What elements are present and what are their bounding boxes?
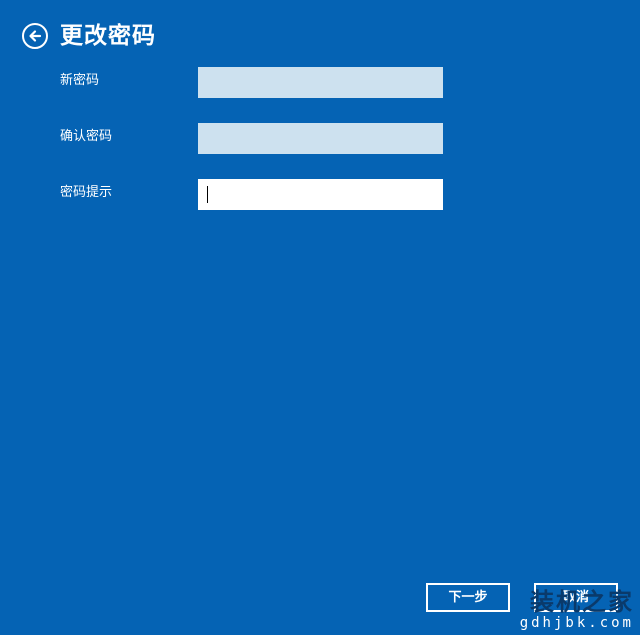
confirm-password-input[interactable] — [198, 123, 443, 154]
password-hint-input[interactable] — [198, 179, 443, 210]
password-hint-label: 密码提示 — [60, 185, 113, 200]
page-header: 更改密码 — [22, 20, 156, 52]
text-caret — [207, 186, 208, 203]
page-title: 更改密码 — [60, 23, 156, 49]
next-button[interactable]: 下一步 — [426, 583, 510, 612]
password-hint-row: 密码提示 — [60, 179, 460, 210]
new-password-label: 新密码 — [60, 73, 100, 88]
back-button[interactable] — [22, 23, 48, 49]
new-password-row: 新密码 — [60, 67, 460, 98]
new-password-input[interactable] — [198, 67, 443, 98]
confirm-password-label: 确认密码 — [60, 129, 113, 144]
watermark-url: gdhjbk.com — [519, 615, 634, 631]
back-arrow-icon — [29, 30, 42, 42]
confirm-password-row: 确认密码 — [60, 123, 460, 154]
cancel-button[interactable]: 取消 — [534, 583, 618, 612]
